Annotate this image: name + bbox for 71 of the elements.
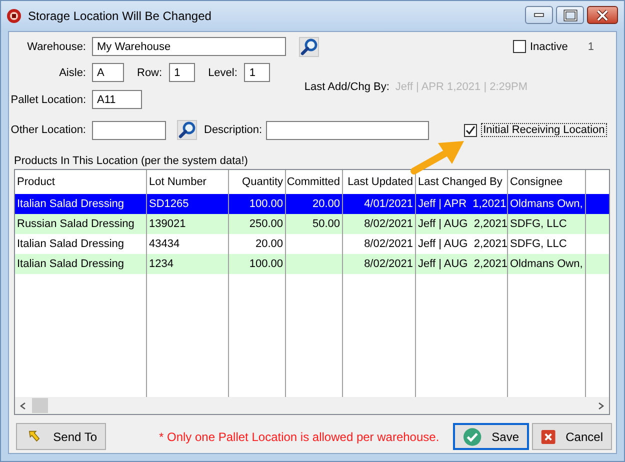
field-label: Other Location:	[10, 124, 87, 136]
table-row[interactable]: Italian Salad Dressing 1234 100.00 8/02/2021 Jeff | AUG 2,2021 Oldmans Own,	[15, 254, 609, 274]
field-label: Pallet Location:	[10, 94, 87, 106]
input-field[interactable]	[266, 120, 430, 140]
checkbox-label[interactable]: Initial Receiving Location	[481, 123, 607, 137]
table-cell: 43434	[149, 238, 180, 250]
last-change-value: Jeff | APR 1,2021 | 2:29PM	[395, 81, 528, 93]
maximize-button[interactable]	[556, 6, 584, 24]
field-label: Last Add/Chg By:	[304, 81, 390, 93]
table-cell: Italian Salad Dressing	[17, 258, 124, 270]
field-label: Warehouse:	[26, 40, 87, 52]
table-cell: 100.00	[249, 198, 283, 210]
search-button[interactable]	[177, 120, 197, 140]
table-cell: Oldmans Own,	[510, 198, 583, 210]
field-label: Aisle:	[58, 66, 87, 78]
save-button[interactable]: Save	[453, 423, 529, 450]
input-field[interactable]: A	[92, 63, 124, 82]
input-field[interactable]	[92, 120, 166, 140]
table-cell: 8/02/2021	[364, 258, 413, 270]
input-field[interactable]: A11	[92, 90, 142, 109]
close-button[interactable]	[587, 6, 618, 24]
table-cell: Jeff | APR 1,2021	[418, 198, 506, 210]
table-cell: Oldmans Own,	[510, 258, 583, 270]
table-cell: Italian Salad Dressing	[17, 198, 124, 210]
table-cell: 20.00	[255, 238, 283, 250]
table-cell: Italian Salad Dressing	[17, 238, 124, 250]
scrollbar-thumb[interactable]	[32, 398, 48, 413]
table-cell: 1234	[149, 258, 174, 270]
record-number: 1	[588, 40, 594, 52]
scroll-right-icon	[597, 402, 605, 410]
scroll-left-icon	[19, 402, 27, 410]
checkbox-label[interactable]: Inactive	[530, 40, 568, 52]
table-cell: SDFG, LLC	[510, 218, 567, 230]
send-to-button[interactable]: Send To	[16, 423, 106, 450]
table-cell: SDFG, LLC	[510, 238, 567, 250]
table-cell: Russian Salad Dressing	[17, 218, 134, 230]
field-label: Row:	[137, 66, 162, 78]
table-cell: 50.00	[312, 218, 340, 230]
minimize-button[interactable]	[525, 6, 553, 24]
warning-note: * Only one Pallet Location is allowed per warehouse.	[159, 430, 440, 444]
table-cell: 250.00	[249, 218, 283, 230]
input-field[interactable]: My Warehouse	[92, 37, 286, 56]
table-row[interactable]: Russian Salad Dressing 139021 250.00 50.00 8/02/2021 Jeff | AUG 2,2021 SDFG, LLC	[15, 214, 609, 234]
table-cell: 8/02/2021	[364, 218, 413, 230]
field-label: Description:	[204, 124, 262, 136]
table-cell: 100.00	[249, 258, 283, 270]
table-cell: 20.00	[312, 198, 340, 210]
search-icon	[300, 38, 318, 56]
section-caption: Products In This Location (per the system data!)	[14, 155, 249, 167]
checkbox[interactable]	[512, 40, 526, 53]
input-field[interactable]: 1	[244, 63, 270, 82]
table-cell: SD1265	[149, 198, 189, 210]
window-title: Storage Location Will Be Changed	[28, 9, 212, 23]
field-label: Level:	[208, 66, 238, 78]
search-button[interactable]	[299, 36, 319, 56]
table-cell: Jeff | AUG 2,2021	[418, 238, 508, 250]
input-field[interactable]: 1	[169, 63, 196, 82]
pointer-arrow	[410, 141, 464, 174]
table-cell: 139021	[149, 218, 186, 230]
horizontal-scrollbar[interactable]	[15, 397, 609, 414]
checkmark-icon	[463, 426, 482, 446]
table-cell: 4/01/2021	[364, 198, 413, 210]
table-cell: Jeff | AUG 2,2021	[418, 258, 508, 270]
table-cell: Jeff | AUG 2,2021	[418, 218, 508, 230]
table-cell: 8/02/2021	[364, 238, 413, 250]
cancel-button[interactable]: Cancel	[532, 423, 612, 450]
table-row[interactable]: Italian Salad Dressing SD1265 100.00 20.00 4/01/2021 Jeff | APR 1,2021 Oldmans Own,	[15, 194, 609, 214]
search-icon	[178, 121, 196, 139]
minimize-icon	[534, 13, 544, 17]
app-icon	[6, 8, 22, 24]
checkbox[interactable]	[464, 124, 478, 136]
